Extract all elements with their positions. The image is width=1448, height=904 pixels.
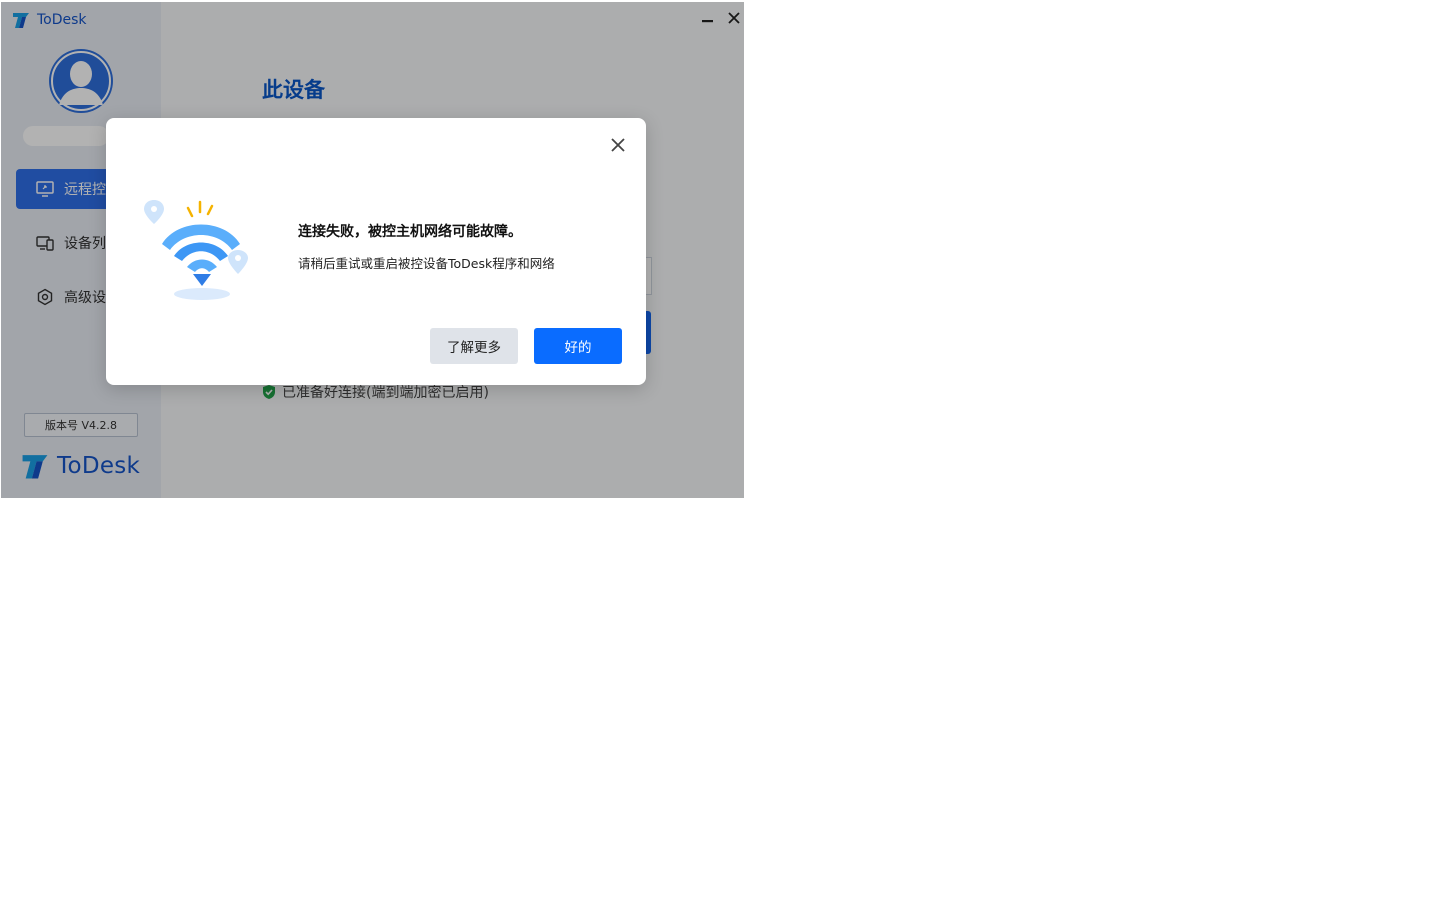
dialog-close-button[interactable] — [609, 136, 627, 154]
learn-more-button[interactable]: 了解更多 — [430, 328, 518, 364]
dialog-title: 连接失败，被控主机网络可能故障。 — [298, 224, 522, 240]
connection-failed-dialog: 连接失败，被控主机网络可能故障。 请稍后重试或重启被控设备ToDesk程序和网络… — [106, 118, 646, 385]
dialog-message: 请稍后重试或重启被控设备ToDesk程序和网络 — [298, 256, 555, 271]
wifi-error-illustration — [144, 200, 248, 300]
close-icon — [611, 138, 625, 152]
ok-button[interactable]: 好的 — [534, 328, 622, 364]
